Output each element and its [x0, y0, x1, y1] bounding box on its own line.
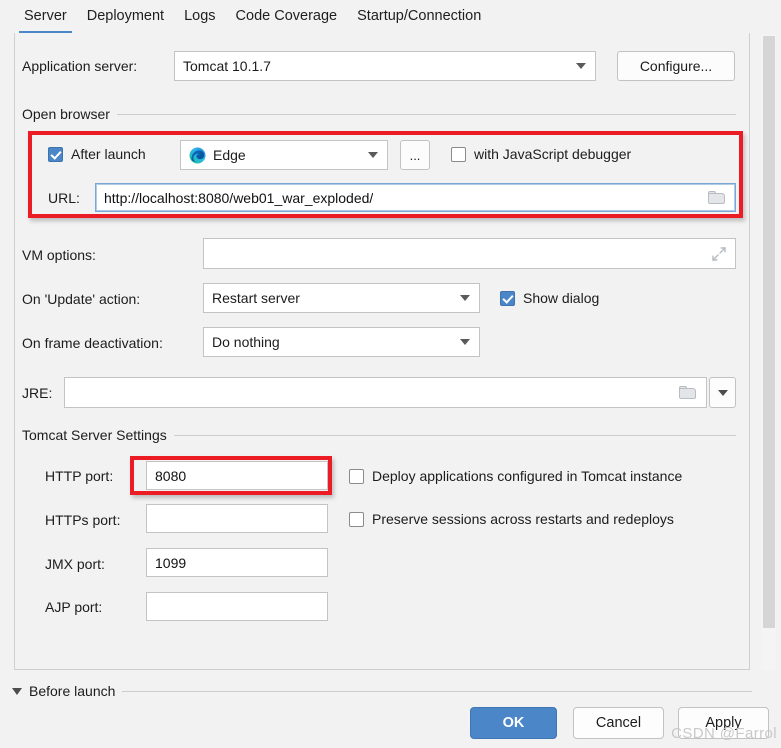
- https-port-label: HTTPs port:: [45, 512, 120, 528]
- after-launch-label: After launch: [71, 146, 146, 162]
- browse-button-label: ...: [410, 148, 421, 163]
- open-browser-section-title: Open browser: [22, 106, 110, 122]
- tab-deployment[interactable]: Deployment: [77, 0, 174, 34]
- tab-code-coverage[interactable]: Code Coverage: [226, 0, 348, 34]
- apply-button[interactable]: Apply: [678, 707, 769, 739]
- jmx-port-label: JMX port:: [45, 556, 105, 572]
- tab-logs[interactable]: Logs: [174, 0, 225, 34]
- tomcat-run-configuration-dialog: Server Deployment Logs Code Coverage Sta…: [0, 0, 781, 748]
- http-port-label: HTTP port:: [45, 468, 113, 484]
- tab-label: Server: [24, 8, 67, 24]
- chevron-down-icon: [460, 295, 470, 301]
- ajp-port-input[interactable]: [146, 592, 328, 621]
- browse-browser-button[interactable]: ...: [400, 140, 430, 170]
- tab-server[interactable]: Server: [14, 0, 77, 34]
- update-action-value: Restart server: [212, 290, 300, 306]
- js-debugger-label: with JavaScript debugger: [474, 146, 631, 162]
- chevron-down-icon: [718, 390, 728, 396]
- chevron-down-icon: [576, 63, 586, 69]
- configure-button-label: Configure...: [640, 58, 712, 74]
- frame-deactivation-label: On frame deactivation:: [22, 335, 163, 351]
- jmx-port-input[interactable]: 1099: [146, 548, 328, 577]
- tomcat-server-settings-section-header: Tomcat Server Settings: [22, 427, 736, 443]
- js-debugger-checkbox[interactable]: [451, 147, 466, 162]
- update-action-label: On 'Update' action:: [22, 291, 140, 307]
- https-port-input[interactable]: [146, 504, 328, 533]
- before-launch-label: Before launch: [29, 683, 115, 699]
- jre-dropdown-button[interactable]: [709, 377, 736, 408]
- folder-icon[interactable]: [679, 386, 697, 400]
- show-dialog-label: Show dialog: [523, 290, 599, 306]
- ok-button[interactable]: OK: [470, 707, 557, 739]
- configure-button[interactable]: Configure...: [617, 51, 735, 81]
- application-server-label: Application server:: [22, 58, 137, 74]
- frame-deactivation-combo[interactable]: Do nothing: [203, 327, 480, 357]
- application-server-value: Tomcat 10.1.7: [183, 58, 271, 74]
- jmx-port-value: 1099: [155, 555, 186, 571]
- tab-label: Logs: [184, 8, 215, 24]
- panel-scrollbar-thumb[interactable]: [763, 36, 775, 628]
- chevron-down-icon[interactable]: [12, 688, 22, 695]
- url-label: URL:: [48, 190, 80, 206]
- show-dialog-checkbox[interactable]: [500, 291, 515, 306]
- config-tabbar: Server Deployment Logs Code Coverage Sta…: [0, 0, 781, 34]
- expand-editor-icon[interactable]: [712, 247, 726, 261]
- js-debugger-checkbox-row[interactable]: with JavaScript debugger: [451, 146, 631, 162]
- chevron-down-icon: [368, 152, 378, 158]
- tab-label: Startup/Connection: [357, 8, 481, 24]
- chevron-down-icon: [460, 339, 470, 345]
- url-value: http://localhost:8080/web01_war_exploded…: [104, 190, 373, 206]
- apply-button-label: Apply: [705, 715, 741, 731]
- tab-startup-connection[interactable]: Startup/Connection: [347, 0, 491, 34]
- ok-button-label: OK: [503, 715, 525, 731]
- cancel-button-label: Cancel: [596, 715, 641, 731]
- folder-icon[interactable]: [708, 191, 726, 205]
- application-server-combo[interactable]: Tomcat 10.1.7: [174, 51, 596, 81]
- browser-select[interactable]: Edge: [180, 140, 388, 170]
- deploy-apps-label: Deploy applications configured in Tomcat…: [372, 468, 682, 484]
- deploy-apps-checkbox-row[interactable]: Deploy applications configured in Tomcat…: [349, 468, 682, 484]
- browser-name: Edge: [213, 147, 246, 163]
- http-port-value: 8080: [155, 468, 186, 484]
- frame-deactivation-value: Do nothing: [212, 334, 280, 350]
- preserve-sessions-checkbox-row[interactable]: Preserve sessions across restarts and re…: [349, 511, 674, 527]
- tab-label: Code Coverage: [236, 8, 338, 24]
- jre-label: JRE:: [22, 385, 52, 401]
- deploy-apps-checkbox[interactable]: [349, 469, 364, 484]
- edge-browser-icon: [189, 147, 206, 164]
- update-action-combo[interactable]: Restart server: [203, 283, 480, 313]
- jre-input[interactable]: [64, 377, 707, 408]
- vm-options-input[interactable]: [203, 238, 736, 269]
- preserve-sessions-checkbox[interactable]: [349, 512, 364, 527]
- section-divider: [122, 691, 752, 692]
- after-launch-checkbox-row[interactable]: After launch: [48, 146, 146, 162]
- after-launch-checkbox[interactable]: [48, 147, 63, 162]
- section-divider: [174, 435, 736, 436]
- tab-label: Deployment: [87, 8, 164, 24]
- ajp-port-label: AJP port:: [45, 599, 102, 615]
- show-dialog-checkbox-row[interactable]: Show dialog: [500, 290, 599, 306]
- tomcat-settings-section-title: Tomcat Server Settings: [22, 427, 167, 443]
- preserve-sessions-label: Preserve sessions across restarts and re…: [372, 511, 674, 527]
- cancel-button[interactable]: Cancel: [573, 707, 664, 739]
- open-browser-section-header: Open browser: [22, 106, 736, 122]
- http-port-input[interactable]: 8080: [146, 461, 328, 490]
- before-launch-section-header[interactable]: Before launch: [12, 683, 752, 699]
- vm-options-label: VM options:: [22, 247, 96, 263]
- url-input[interactable]: http://localhost:8080/web01_war_exploded…: [95, 183, 736, 212]
- section-divider: [117, 114, 736, 115]
